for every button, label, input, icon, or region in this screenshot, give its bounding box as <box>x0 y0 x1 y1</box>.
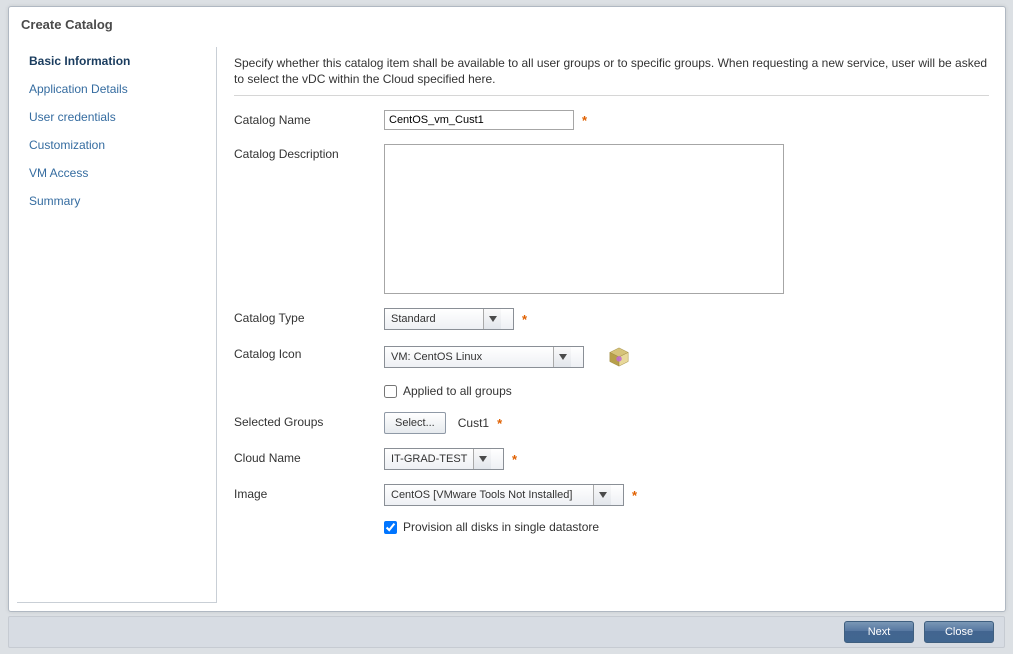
sidebar-item-vm-access[interactable]: VM Access <box>17 159 216 187</box>
label-empty <box>234 384 384 387</box>
sidebar-item-label: Customization <box>29 138 105 152</box>
row-provision: Provision all disks in single datastore <box>234 520 989 534</box>
dialog-body: Basic Information Application Details Us… <box>17 47 997 603</box>
row-catalog-icon: Catalog Icon VM: CentOS Linux <box>234 344 989 370</box>
required-icon: * <box>632 488 637 503</box>
image-value: CentOS [VMware Tools Not Installed] <box>385 489 593 501</box>
required-icon: * <box>522 312 527 327</box>
label-image: Image <box>234 484 384 501</box>
row-catalog-type: Catalog Type Standard * <box>234 308 989 330</box>
row-selected-groups: Selected Groups Select... Cust1 * <box>234 412 989 434</box>
catalog-type-select[interactable]: Standard <box>384 308 514 330</box>
next-button[interactable]: Next <box>844 621 914 643</box>
row-applied-all: Applied to all groups <box>234 384 989 398</box>
provision-single-datastore-checkbox[interactable] <box>384 521 397 534</box>
sidebar-item-label: VM Access <box>29 166 88 180</box>
sidebar-item-application-details[interactable]: Application Details <box>17 75 216 103</box>
provision-label: Provision all disks in single datastore <box>403 520 599 534</box>
catalog-icon-value: VM: CentOS Linux <box>385 351 553 363</box>
chevron-down-icon <box>473 449 491 469</box>
chevron-down-icon <box>483 309 501 329</box>
applied-all-groups-label: Applied to all groups <box>403 384 512 398</box>
label-selected-groups: Selected Groups <box>234 412 384 429</box>
wizard-sidebar: Basic Information Application Details Us… <box>17 47 217 603</box>
next-button-label: Next <box>868 626 891 638</box>
row-image: Image CentOS [VMware Tools Not Installed… <box>234 484 989 506</box>
required-icon: * <box>512 452 517 467</box>
catalog-name-input[interactable] <box>384 110 574 130</box>
panel-description: Specify whether this catalog item shall … <box>234 55 989 96</box>
sidebar-item-user-credentials[interactable]: User credentials <box>17 103 216 131</box>
row-catalog-name: Catalog Name * <box>234 110 989 130</box>
cloud-name-select[interactable]: IT-GRAD-TEST <box>384 448 504 470</box>
required-icon: * <box>582 113 587 128</box>
server-cube-icon <box>604 344 634 370</box>
sidebar-item-label: Summary <box>29 194 80 208</box>
label-empty <box>234 520 384 523</box>
label-catalog-icon: Catalog Icon <box>234 344 384 361</box>
catalog-description-textarea[interactable] <box>384 144 784 294</box>
required-icon: * <box>497 416 502 431</box>
close-button-label: Close <box>945 626 973 638</box>
row-cloud-name: Cloud Name IT-GRAD-TEST * <box>234 448 989 470</box>
selected-groups-value: Cust1 <box>458 416 489 430</box>
catalog-type-value: Standard <box>385 313 483 325</box>
image-select[interactable]: CentOS [VMware Tools Not Installed] <box>384 484 624 506</box>
sidebar-item-label: Application Details <box>29 82 128 96</box>
select-groups-button[interactable]: Select... <box>384 412 446 434</box>
dialog-footer: Next Close <box>8 616 1005 648</box>
label-catalog-name: Catalog Name <box>234 110 384 127</box>
applied-all-groups-checkbox[interactable] <box>384 385 397 398</box>
main-panel: Specify whether this catalog item shall … <box>222 47 997 603</box>
sidebar-item-basic-information[interactable]: Basic Information <box>17 47 216 75</box>
catalog-icon-select[interactable]: VM: CentOS Linux <box>384 346 584 368</box>
select-button-label: Select... <box>395 417 435 429</box>
chevron-down-icon <box>553 347 571 367</box>
create-catalog-dialog: Create Catalog Basic Information Applica… <box>8 6 1006 612</box>
cloud-name-value: IT-GRAD-TEST <box>385 453 473 465</box>
sidebar-item-summary[interactable]: Summary <box>17 187 216 215</box>
dialog-title: Create Catalog <box>9 7 1005 42</box>
sidebar-item-label: Basic Information <box>29 54 130 68</box>
sidebar-item-label: User credentials <box>29 110 116 124</box>
sidebar-item-customization[interactable]: Customization <box>17 131 216 159</box>
label-cloud-name: Cloud Name <box>234 448 384 465</box>
label-catalog-type: Catalog Type <box>234 308 384 325</box>
chevron-down-icon <box>593 485 611 505</box>
row-catalog-description: Catalog Description <box>234 144 989 294</box>
close-button[interactable]: Close <box>924 621 994 643</box>
label-catalog-description: Catalog Description <box>234 144 384 161</box>
